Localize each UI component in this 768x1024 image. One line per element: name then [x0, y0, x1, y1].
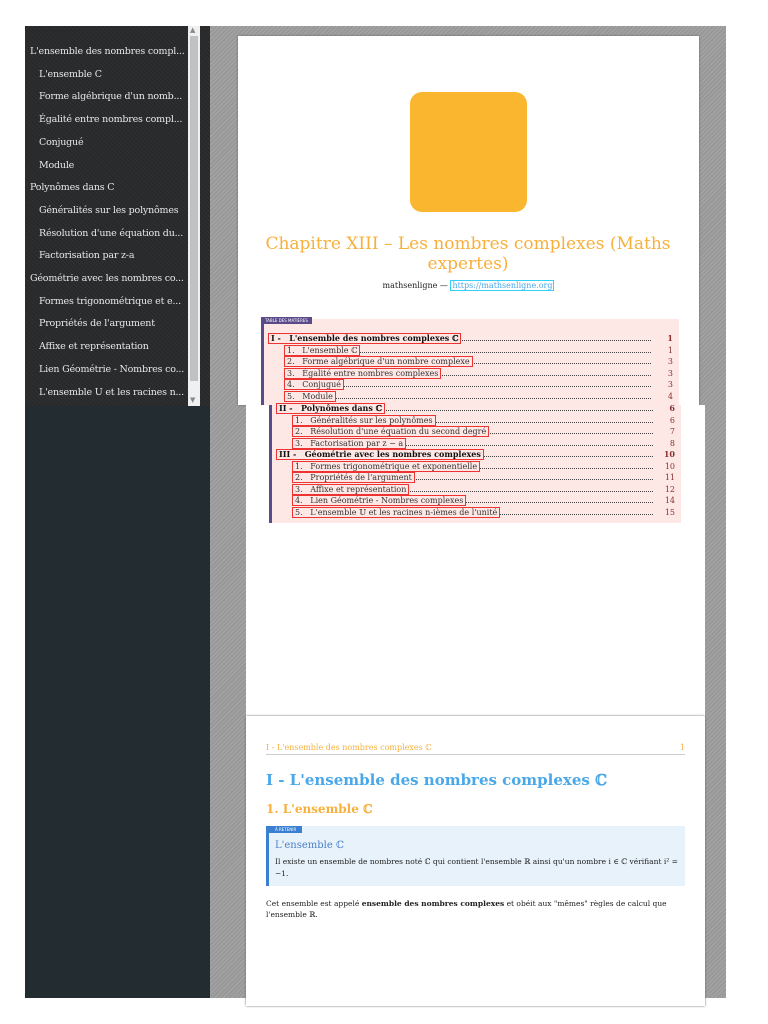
toc-page-number: 3: [667, 357, 673, 366]
toc-page-number: 14: [664, 496, 675, 505]
bold-text: ensemble des nombres complexes: [361, 899, 505, 908]
outline-item[interactable]: L'ensemble des nombres compl...: [30, 46, 185, 57]
definition-title: L'ensemble ℂ: [275, 840, 344, 851]
page-1-top: Chapitre XIII – Les nombres complexes (M…: [238, 36, 699, 405]
document-title: Chapitre XIII – Les nombres complexes (M…: [265, 234, 671, 274]
toc-entry[interactable]: 5. L'ensemble 𝕌 et les racines n-ièmes d…: [272, 506, 675, 518]
document-outline: L'ensemble des nombres compl... L'ensembl…: [25, 26, 213, 406]
paragraph: Cet ensemble est appelé ensemble des nom…: [266, 898, 685, 920]
definition-text: Il existe un ensemble de nombres noté ℂ …: [275, 857, 678, 878]
scroll-up-icon[interactable]: ▲: [190, 26, 195, 34]
outline-item[interactable]: Lien Géométrie - Nombres co...: [39, 364, 184, 375]
section-heading: I - L'ensemble des nombres complexes ℂ: [266, 771, 608, 789]
definition-box: À RETENIR L'ensemble ℂ Il existe un ense…: [266, 826, 685, 886]
separator: —: [439, 281, 448, 290]
toc-page-number: 10: [664, 461, 675, 471]
outline-item[interactable]: Module: [39, 160, 74, 171]
leader-dots: [284, 388, 651, 399]
toc-page-number: 12: [664, 484, 675, 494]
toc-entry-title[interactable]: 5. L'ensemble 𝕌 et les racines n-ièmes d…: [292, 506, 501, 518]
toc-page-number: 11: [664, 473, 675, 482]
header-title: I - L'ensemble des nombres complexes ℂ: [266, 743, 432, 752]
text: Cet ensemble est appelé: [266, 899, 362, 908]
toc-page-number: 4: [667, 391, 673, 401]
outline-item[interactable]: Propriétés de l'argument: [39, 318, 155, 329]
outline-item[interactable]: L'ensemble U et les racines n...: [39, 387, 184, 398]
header-page-number: 1: [679, 743, 685, 752]
toc-page-number: 1: [667, 345, 673, 355]
toc-page-number: 6: [669, 415, 675, 425]
outline-scrollbar[interactable]: ▲ ▼: [188, 26, 200, 406]
toc-page-number: 3: [667, 368, 673, 378]
sidebar: L'ensemble des nombres compl... L'ensembl…: [25, 26, 213, 998]
outline-item[interactable]: Géométrie avec les nombres co...: [30, 273, 184, 284]
outline-item[interactable]: L'ensemble C: [39, 69, 102, 80]
outline-item[interactable]: Affixe et représentation: [39, 341, 149, 352]
toc-page-number: 7: [669, 427, 675, 436]
author: mathsenligne: [382, 281, 438, 290]
toc-page-number: 8: [669, 438, 675, 448]
outline-item[interactable]: Généralités sur les polynômes: [39, 205, 179, 216]
pdf-viewer[interactable]: Chapitre XIII – Les nombres complexes (M…: [210, 26, 726, 1006]
toc-number: 5.: [295, 507, 303, 517]
outline-item[interactable]: Formes trigonométrique et e...: [39, 296, 181, 307]
toc-number: I -: [271, 333, 281, 343]
scroll-down-icon[interactable]: ▼: [190, 396, 195, 404]
outline-item[interactable]: Polynômes dans C: [30, 182, 115, 193]
outline-item[interactable]: Forme algébrique d'un nomb...: [39, 91, 182, 102]
page-2: I - L'ensemble des nombres complexes ℂ1 …: [246, 716, 705, 1006]
toc-title: L'ensemble 𝕌 et les racines n-ièmes de l…: [310, 507, 498, 517]
toc-page-number: 10: [663, 449, 675, 459]
outline-item[interactable]: Résolution d'une équation du...: [39, 228, 183, 239]
toc-page-number: 3: [667, 380, 673, 389]
definition-tag: À RETENIR: [269, 826, 303, 833]
outline-item[interactable]: Factorisation par z-a: [39, 250, 134, 261]
outline-item[interactable]: Égalité entre nombres compl...: [39, 114, 182, 125]
toc-page-number: 15: [664, 507, 675, 517]
toc-page-number: 1: [667, 333, 673, 343]
website-link[interactable]: https://mathsenligne.org: [450, 280, 555, 291]
subsection-heading: 1. L'ensemble ℂ: [266, 802, 373, 816]
running-header: I - L'ensemble des nombres complexes ℂ 1: [266, 743, 685, 755]
page-1-bottom: II - Polynômes dans ℂ 6 1. Généralités sur…: [246, 403, 705, 733]
toc-number: II -: [279, 403, 293, 413]
byline: mathsenligne — https://mathsenligne.org: [238, 280, 699, 291]
logo: [410, 92, 527, 212]
outline-item[interactable]: Conjugué: [39, 137, 84, 148]
toc-page-number: 6: [669, 403, 675, 413]
toc-label: TABLE DES MATIÈRES: [261, 317, 312, 324]
table-of-contents-continued: II - Polynômes dans ℂ 6 1. Généralités sur…: [269, 403, 681, 523]
outline-scroll-thumb[interactable]: [190, 36, 198, 381]
table-of-contents: TABLE DES MATIÈRES I - L'ensemble des no…: [261, 317, 679, 405]
